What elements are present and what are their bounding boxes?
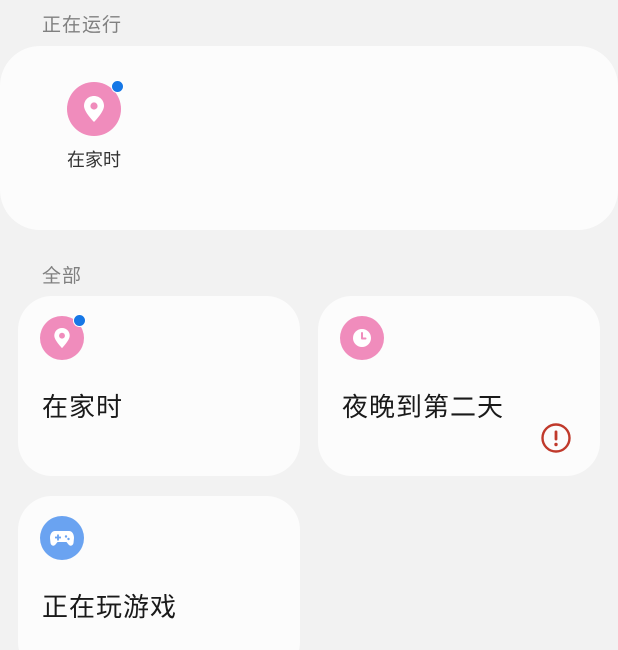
mode-title: 在家时 [42,393,124,423]
modes-screen: 正在运行 在家时 全部 在家时 夜晚到第二天 正在玩游戏 [0,0,618,650]
section-title-all: 全部 [42,265,83,287]
mode-title: 夜晚到第二天 [342,393,505,423]
mode-card-gaming[interactable]: 正在玩游戏 [18,496,300,650]
mode-card-night[interactable]: 夜晚到第二天 [318,296,600,476]
running-mode-label: 在家时 [67,150,121,171]
section-title-running: 正在运行 [42,14,123,36]
mode-title: 正在玩游戏 [42,593,178,623]
gamepad-icon [40,516,84,560]
clock-icon [340,316,384,360]
active-indicator-dot [111,80,124,93]
running-card [0,46,618,230]
running-mode-at-home[interactable] [67,80,124,136]
mode-card-at-home[interactable]: 在家时 [18,296,300,476]
active-indicator-dot [73,314,86,327]
warning-icon[interactable] [541,423,571,453]
